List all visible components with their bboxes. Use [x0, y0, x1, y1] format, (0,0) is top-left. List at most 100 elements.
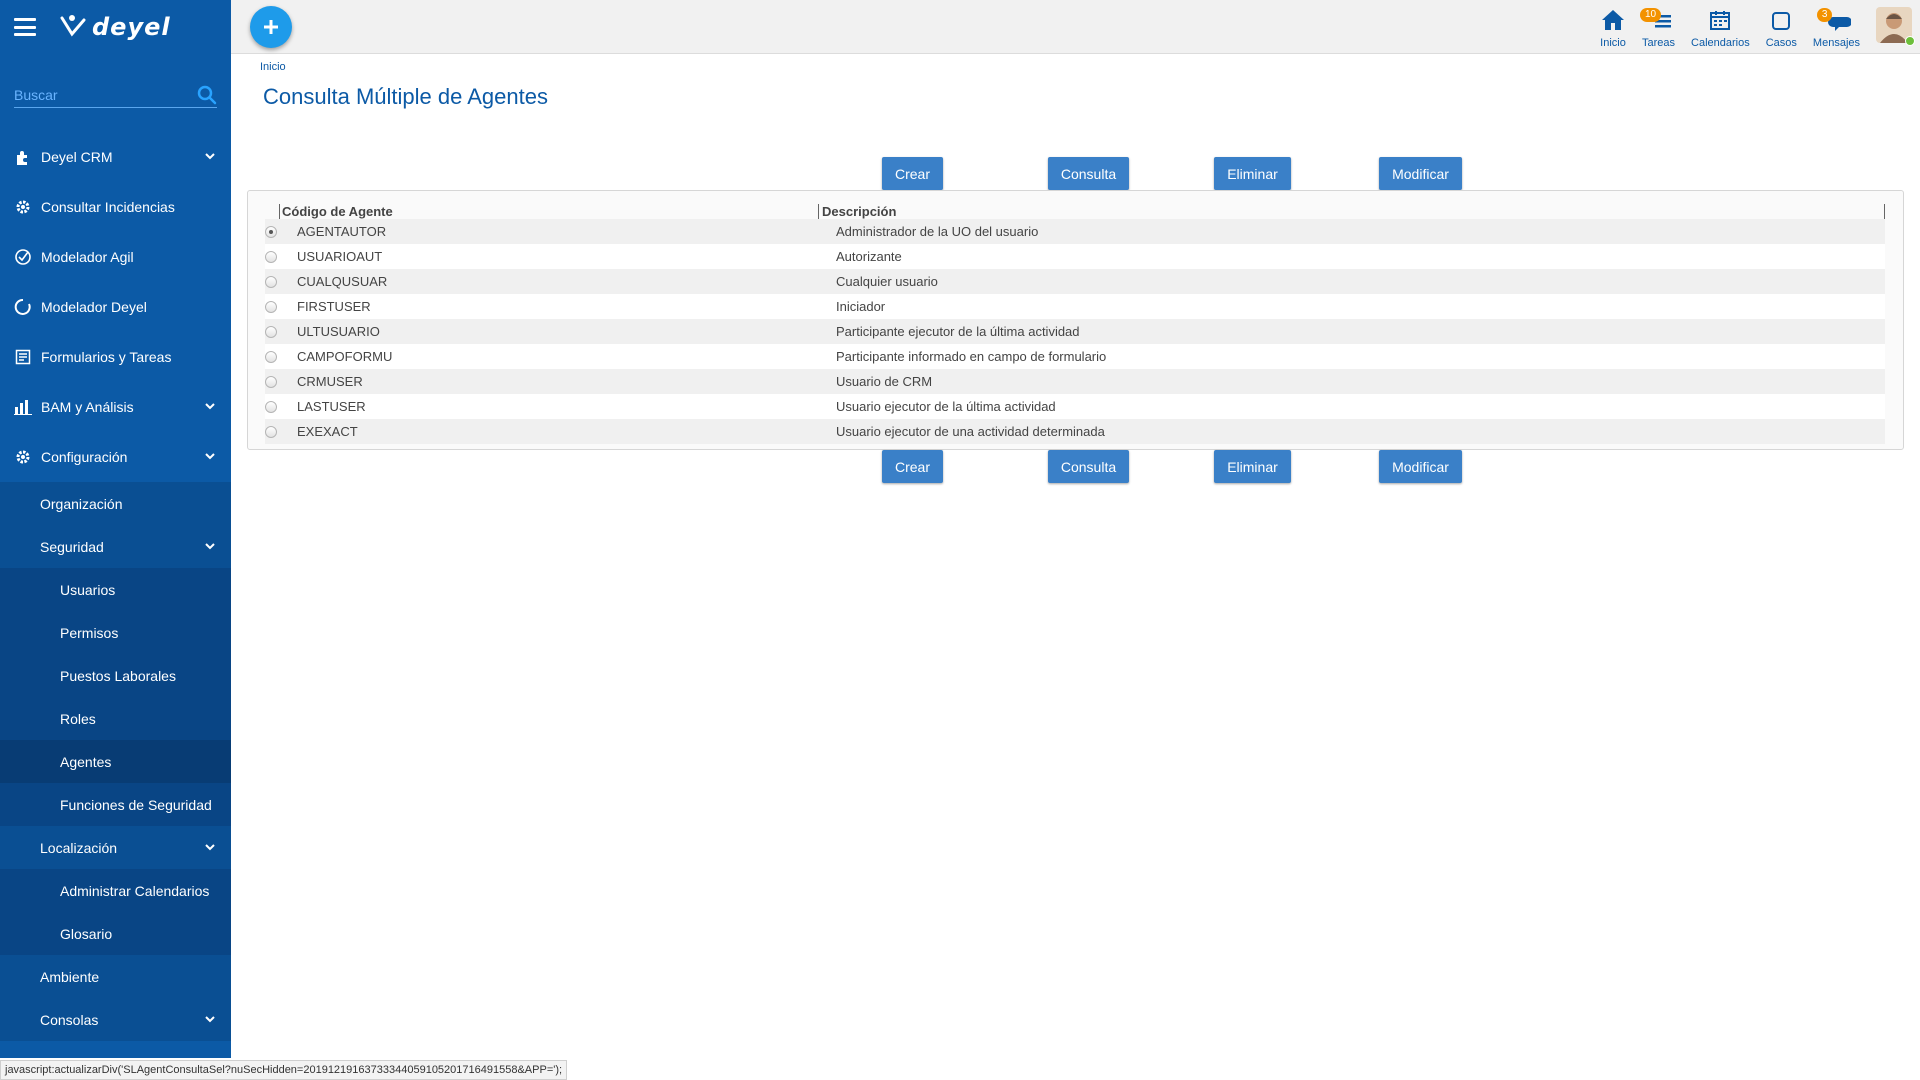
agent-description: Usuario ejecutor de una actividad determ… — [836, 424, 1105, 439]
search-icon[interactable] — [197, 85, 217, 105]
sidebar-header: deyel — [0, 0, 231, 54]
status-bar: javascript:actualizarDiv('SLAgentConsult… — [0, 1060, 568, 1080]
configuracion-submenu: Organización Seguridad Usuarios Permisos… — [0, 482, 231, 1041]
sidebar-item-label: Configuración — [41, 449, 128, 465]
top-item-label: Tareas — [1642, 37, 1676, 49]
sidebar-item-modelador-deyel[interactable]: Modelador Deyel — [0, 282, 231, 332]
sidebar-item-deyel-crm[interactable]: Deyel CRM — [0, 132, 231, 182]
eliminar-button[interactable]: Eliminar — [1214, 157, 1291, 190]
bottom-button-row: Crear Consulta Eliminar Modificar — [882, 450, 1462, 483]
breadcrumb[interactable]: Inicio — [260, 61, 286, 73]
table-header: Código de Agente Descripción — [265, 199, 1885, 219]
table-row[interactable]: CRMUSER Usuario de CRM — [265, 369, 1885, 394]
column-header-descripcion[interactable]: Descripción — [818, 204, 1885, 219]
sidebar-item-agentes[interactable]: Agentes — [0, 740, 231, 783]
logo[interactable]: deyel — [58, 13, 171, 41]
sidebar-item-label: Localización — [40, 839, 118, 856]
sidebar-item-puestos-laborales[interactable]: Puestos Laborales — [0, 654, 231, 697]
sidebar-item-label: Consolas — [40, 1011, 99, 1028]
table-row[interactable]: FIRSTUSER Iniciador — [265, 294, 1885, 319]
row-radio[interactable] — [265, 250, 277, 263]
sidebar-item-label: Modelador Agil — [41, 249, 134, 265]
modificar-button[interactable]: Modificar — [1379, 157, 1462, 190]
sidebar-item-roles[interactable]: Roles — [0, 697, 231, 740]
sidebar-item-permisos[interactable]: Permisos — [0, 611, 231, 654]
sidebar-item-configuracion[interactable]: Configuración — [0, 432, 231, 482]
sidebar-item-label: Deyel CRM — [41, 149, 113, 165]
consulta-button[interactable]: Consulta — [1048, 450, 1129, 483]
agent-description: Participante ejecutor de la última activ… — [836, 324, 1080, 339]
sidebar-item-label: Puestos Laborales — [60, 667, 176, 684]
row-radio[interactable] — [265, 325, 277, 338]
consulta-button[interactable]: Consulta — [1048, 157, 1129, 190]
agent-description: Iniciador — [836, 299, 886, 314]
top-item-label: Casos — [1765, 37, 1797, 49]
agents-table: Código de Agente Descripción AGENTAUTOR … — [265, 199, 1885, 444]
sidebar-item-ambiente[interactable]: Ambiente — [0, 955, 231, 998]
chevron-down-icon — [205, 153, 215, 160]
top-item-tareas[interactable]: 10 Tareas — [1640, 0, 1676, 49]
row-radio[interactable] — [265, 375, 277, 388]
row-radio[interactable] — [265, 225, 277, 238]
sidebar-item-label: Seguridad — [40, 538, 104, 555]
search-input[interactable] — [14, 86, 197, 103]
top-item-mensajes[interactable]: 3 Mensajes — [1813, 0, 1860, 49]
sidebar-item-label: Administrar Calendarios — [60, 882, 210, 899]
puzzle-icon — [14, 148, 32, 166]
modificar-button[interactable]: Modificar — [1379, 450, 1462, 483]
top-item-label: Inicio — [1600, 37, 1626, 49]
top-item-casos[interactable]: Casos — [1766, 0, 1797, 49]
table-row[interactable]: CAMPOFORMU Participante informado en cam… — [265, 344, 1885, 369]
sidebar-item-consultar-incidencias[interactable]: Consultar Incidencias — [0, 182, 231, 232]
tasks-badge: 10 — [1640, 8, 1662, 22]
top-item-inicio[interactable]: Inicio — [1600, 0, 1626, 49]
sidebar-item-funciones-seguridad[interactable]: Funciones de Seguridad — [0, 783, 231, 826]
row-radio[interactable] — [265, 275, 277, 288]
sidebar-item-label: Glosario — [60, 925, 113, 942]
sidebar-menu: Deyel CRM Consultar Incidencias Modelado… — [0, 132, 231, 1041]
bar-chart-icon — [14, 398, 32, 416]
sidebar-item-modelador-agil[interactable]: Modelador Agil — [0, 232, 231, 282]
row-radio[interactable] — [265, 300, 277, 313]
row-radio[interactable] — [265, 425, 277, 438]
row-radio[interactable] — [265, 400, 277, 413]
seguridad-submenu: Usuarios Permisos Puestos Laborales Role… — [0, 568, 231, 826]
sidebar-item-label: Modelador Deyel — [41, 299, 147, 315]
plus-icon — [264, 20, 278, 34]
row-radio[interactable] — [265, 350, 277, 363]
table-row[interactable]: ULTUSUARIO Participante ejecutor de la ú… — [265, 319, 1885, 344]
gear-icon — [14, 198, 32, 216]
agent-description: Usuario ejecutor de la última actividad — [836, 399, 1056, 414]
circle-arrow-icon — [14, 298, 32, 316]
sidebar-item-glosario[interactable]: Glosario — [0, 912, 231, 955]
add-button[interactable] — [250, 6, 292, 48]
eliminar-button[interactable]: Eliminar — [1214, 450, 1291, 483]
sidebar-item-bam-analisis[interactable]: BAM y Análisis — [0, 382, 231, 432]
table-row[interactable]: AGENTAUTOR Administrador de la UO del us… — [265, 219, 1885, 244]
crear-button[interactable]: Crear — [882, 450, 943, 483]
sidebar-item-label: BAM y Análisis — [41, 399, 134, 415]
hamburger-menu-icon[interactable] — [14, 18, 36, 36]
sidebar-item-formularios-tareas[interactable]: Formularios y Tareas — [0, 332, 231, 382]
online-status-dot — [1905, 36, 1915, 46]
column-header-codigo[interactable]: Código de Agente — [279, 204, 818, 219]
agents-grid-panel: Código de Agente Descripción AGENTAUTOR … — [247, 190, 1904, 450]
sidebar-item-seguridad[interactable]: Seguridad — [0, 525, 231, 568]
avatar[interactable] — [1876, 7, 1915, 46]
table-row[interactable]: USUARIOAUT Autorizante — [265, 244, 1885, 269]
sidebar-item-label: Ambiente — [40, 968, 100, 985]
sidebar-item-usuarios[interactable]: Usuarios — [0, 568, 231, 611]
agent-code: LASTUSER — [297, 399, 366, 414]
agent-description: Autorizante — [836, 249, 902, 264]
crear-button[interactable]: Crear — [882, 157, 943, 190]
top-item-calendarios[interactable]: Calendarios — [1691, 0, 1750, 49]
sidebar-item-administrar-calendarios[interactable]: Administrar Calendarios — [0, 869, 231, 912]
agent-code: AGENTAUTOR — [297, 224, 387, 239]
sidebar-item-localizacion[interactable]: Localización — [0, 826, 231, 869]
table-row[interactable]: EXEXACT Usuario ejecutor de una activida… — [265, 419, 1885, 444]
sidebar-item-consolas[interactable]: Consolas — [0, 998, 231, 1041]
sidebar-item-organizacion[interactable]: Organización — [0, 482, 231, 525]
table-row[interactable]: CUALQUSUAR Cualquier usuario — [265, 269, 1885, 294]
chevron-down-icon — [205, 403, 215, 410]
table-row[interactable]: LASTUSER Usuario ejecutor de la última a… — [265, 394, 1885, 419]
